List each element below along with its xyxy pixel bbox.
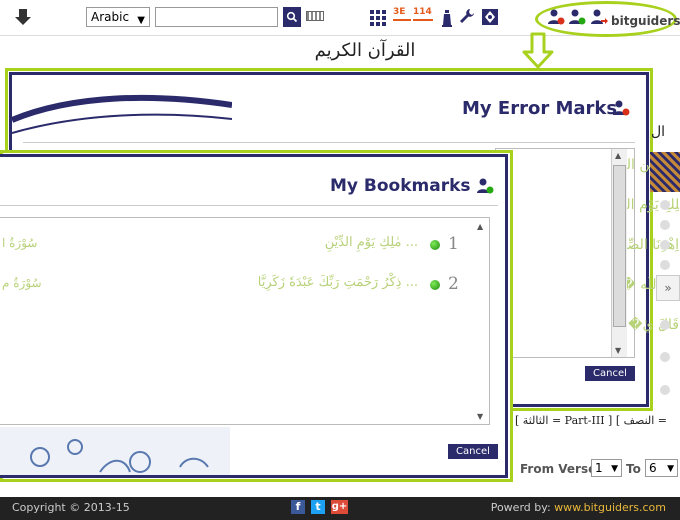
to-verse-label: To: [626, 462, 641, 476]
search-button[interactable]: [283, 7, 301, 27]
scroll-up-icon[interactable]: ▲: [615, 151, 621, 160]
error-marks-title: My Error Marks: [462, 98, 617, 119]
next-page-button[interactable]: »: [656, 275, 680, 301]
item-text: مٰلِكِ يَوْمِ الدِّيْنِ ...: [324, 235, 418, 250]
user-error-marks-icon[interactable]: [547, 8, 565, 26]
page-title: القرآن الكريم: [314, 40, 416, 61]
dialog-divider: [0, 205, 498, 206]
green-dot-icon: [430, 240, 440, 250]
error-marks-title-text: My Error Marks: [462, 98, 618, 119]
item-text: �قَالَ يٰ: [628, 317, 679, 333]
tower-icon[interactable]: [438, 7, 456, 27]
floral-decoration: [0, 427, 230, 475]
wrench-icon[interactable]: [458, 7, 476, 27]
to-verse-value: 6: [649, 461, 657, 475]
error-marks-cancel-button[interactable]: Cancel: [585, 366, 635, 381]
powered-by-link[interactable]: www.bitguiders.com: [554, 501, 666, 514]
part-info: [ الثالثة = Part-III ] [ النصف =: [515, 414, 668, 427]
scroll-down-icon[interactable]: ▼: [615, 346, 621, 355]
chevron-down-icon: ▼: [611, 464, 618, 474]
item-number: 1: [448, 234, 459, 254]
chevron-down-icon: ▼: [137, 15, 145, 26]
green-arrow-down-icon: [522, 32, 554, 69]
chevron-down-icon: ▼: [667, 464, 674, 474]
ornament-image: [650, 152, 680, 192]
sura-name: سُوْرَةُ م: [2, 276, 42, 290]
sura-name: سُوْرَةُ ا: [2, 236, 38, 250]
side-header: ال: [651, 124, 666, 140]
search-icon: [286, 11, 298, 23]
green-dot-icon: [430, 280, 440, 290]
from-verse-value: 1: [595, 461, 603, 475]
bookmarks-cancel-button[interactable]: Cancel: [448, 444, 498, 459]
user-bookmarks-icon[interactable]: [568, 8, 586, 26]
error-marks-scrollbar[interactable]: ▲ ▼: [611, 149, 627, 357]
grey-dot-icon: [660, 200, 670, 210]
badge-3e[interactable]: 3E: [393, 8, 411, 25]
facebook-icon[interactable]: f: [291, 500, 305, 514]
item-text: اِهْدِنَا الصِّرَ: [619, 237, 679, 253]
search-input[interactable]: [155, 7, 278, 27]
bookmarks-title-text: My Bookmarks: [330, 176, 471, 196]
item-number: 2: [448, 274, 459, 294]
badge-3e-label: 3E: [393, 7, 406, 17]
grey-dot-icon: [660, 220, 670, 230]
scroll-up-icon[interactable]: ▲: [477, 222, 483, 231]
copyright-text: Copyright © 2013-15: [12, 501, 130, 514]
google-plus-icon[interactable]: g+: [331, 500, 348, 514]
user-error-marks-icon: [613, 100, 630, 116]
grey-dot-icon: [660, 260, 670, 270]
swirl-decoration: [12, 94, 232, 134]
bookmarks-scrollbar[interactable]: ▲ ▼: [474, 220, 488, 423]
badge-114[interactable]: 114: [413, 8, 433, 25]
from-verse-select[interactable]: 1 ▼: [591, 459, 622, 477]
grey-dot-icon: [660, 240, 670, 250]
bookmarks-title: My Bookmarks: [330, 176, 471, 196]
grey-dot-icon: [660, 385, 670, 395]
download-arrow-icon[interactable]: [14, 8, 32, 26]
keyboard-icon[interactable]: [306, 11, 324, 21]
twitter-icon[interactable]: t: [311, 500, 325, 514]
pattern-icon[interactable]: [481, 7, 499, 27]
user-bookmarks-icon: [477, 178, 494, 194]
bookmarks-list: 1 مٰلِكِ يَوْمِ الدِّيْنِ ... سُوْرَةُ ا…: [0, 217, 490, 425]
dialog-divider: [23, 142, 635, 143]
footer: Copyright © 2013-15 f t g+ Powerd by: ww…: [0, 497, 680, 520]
scroll-down-icon[interactable]: ▼: [477, 412, 483, 421]
page: { "toolbar": { "language": "Arabic", "se…: [0, 0, 680, 520]
powered-by: Powerd by: www.bitguiders.com: [491, 501, 666, 514]
user-logout-icon[interactable]: [590, 8, 608, 26]
from-verse-label: From Verse: [520, 462, 597, 476]
grey-dot-icon: [660, 320, 670, 330]
user-name[interactable]: bitguiders: [611, 14, 680, 28]
list-item[interactable]: 2 ذِكْرُ رَحْمَتِ رَبِّكَ عَبْدَهٗ زَكَر…: [0, 268, 470, 302]
powered-by-label: Powerd by:: [490, 501, 551, 514]
badge-114-label: 114: [413, 7, 432, 17]
item-text: ذِكْرُ رَحْمَتِ رَبِّكَ عَبْدَهٗ زَكَرِي…: [257, 275, 418, 290]
grid-icon[interactable]: [369, 7, 387, 27]
scroll-thumb[interactable]: [613, 165, 626, 327]
item-text: مٰلِكِ يَوْمِ الدِّ: [619, 197, 679, 213]
to-verse-select[interactable]: 6 ▼: [645, 459, 678, 477]
list-item[interactable]: 1 مٰلِكِ يَوْمِ الدِّيْنِ ... سُوْرَةُ ا: [0, 228, 470, 262]
grey-dot-icon: [660, 352, 670, 362]
language-select[interactable]: Arabic ▼: [86, 7, 150, 27]
language-select-value: Arabic: [91, 10, 130, 24]
